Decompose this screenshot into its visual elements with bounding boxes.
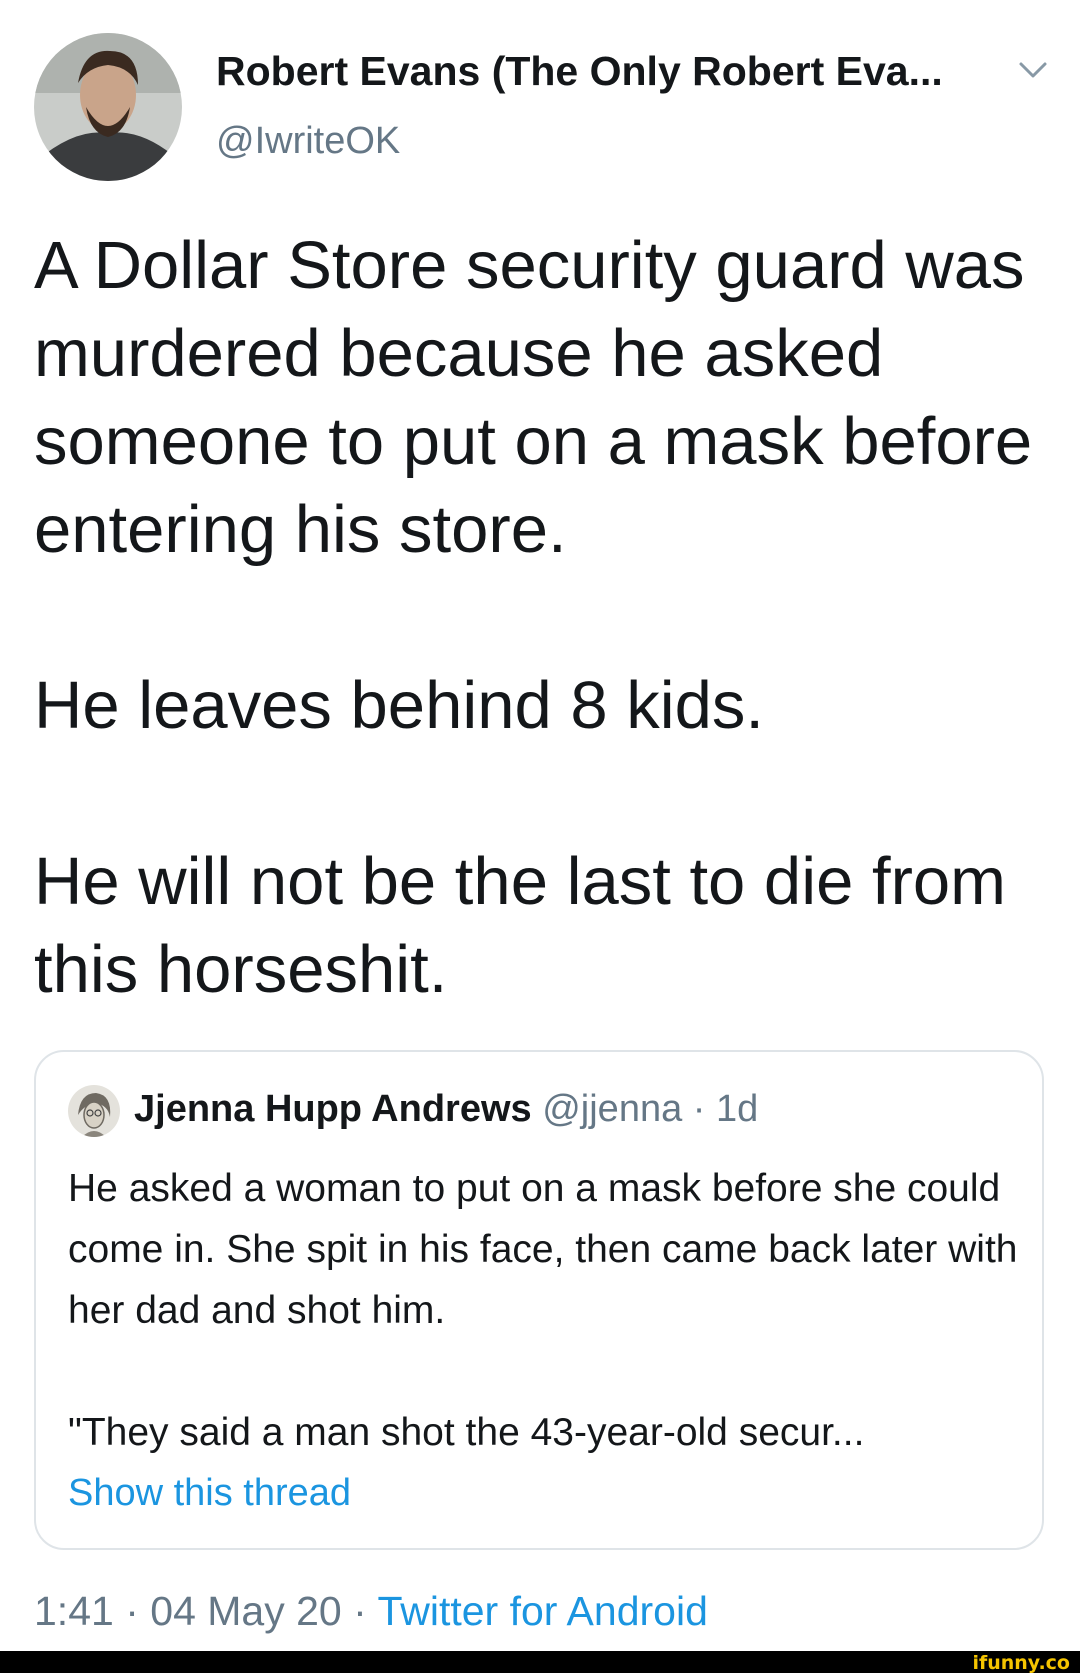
- author-name[interactable]: Robert Evans (The Only Robert Eva...: [216, 48, 943, 95]
- tweet-text: A Dollar Store security guard was murder…: [34, 222, 1044, 1014]
- quoted-tweet-time: 1d: [716, 1088, 759, 1130]
- quoted-paragraph: He asked a woman to put on a mask before…: [68, 1167, 1018, 1332]
- show-thread-link[interactable]: Show this thread: [68, 1472, 351, 1515]
- separator-dot: ·: [353, 1588, 367, 1634]
- source-link[interactable]: Twitter for Android: [377, 1588, 707, 1634]
- author-avatar[interactable]: [34, 33, 182, 181]
- separator-dot: ·: [692, 1088, 706, 1130]
- footer-bar: [0, 1651, 1080, 1673]
- quoted-author-avatar: [68, 1085, 120, 1137]
- tweet-paragraph: He will not be the last to die from this…: [34, 844, 1006, 1007]
- timestamp-time[interactable]: 1:41: [34, 1588, 114, 1634]
- quoted-tweet-text: He asked a woman to put on a mask before…: [68, 1158, 1018, 1463]
- tweet-paragraph: He leaves behind 8 kids.: [34, 668, 764, 743]
- ifunny-watermark-logo: ifunny.co: [946, 1651, 1074, 1674]
- svg-text:ifunny.co: ifunny.co: [972, 1652, 1070, 1673]
- timestamp-date[interactable]: 04 May 20: [150, 1588, 341, 1634]
- separator-dot: ·: [125, 1588, 139, 1634]
- author-handle[interactable]: @IwriteOK: [216, 120, 400, 163]
- quoted-author-name: Jjenna Hupp Andrews: [134, 1088, 532, 1130]
- avatar-photo: [34, 33, 182, 181]
- tweet-paragraph: A Dollar Store security guard was murder…: [34, 228, 1033, 567]
- tweet-timestamp: 1:41 · 04 May 20 · Twitter for Android: [34, 1588, 708, 1635]
- quoted-tweet-card[interactable]: Jjenna Hupp Andrews @jjenna · 1d He aske…: [34, 1050, 1044, 1550]
- quoted-tweet-header: Jjenna Hupp Andrews @jjenna · 1d: [134, 1088, 758, 1131]
- chevron-down-icon[interactable]: [1017, 58, 1049, 82]
- quoted-author-handle: @jjenna: [542, 1088, 683, 1130]
- quoted-paragraph: "They said a man shot the 43-year-old se…: [68, 1411, 865, 1454]
